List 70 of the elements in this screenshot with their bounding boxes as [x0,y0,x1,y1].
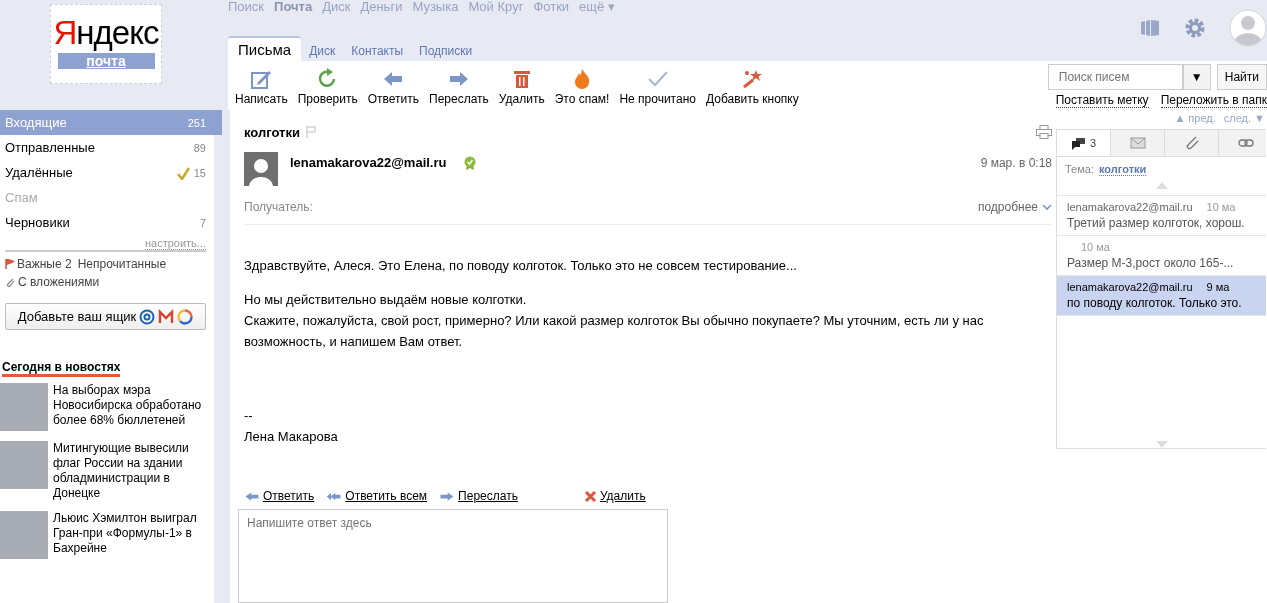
action-link[interactable]: Ответить [244,489,315,503]
search-button[interactable]: Найти [1216,64,1267,90]
recipient-label: Получатель: [244,200,313,214]
action-link[interactable]: Поставить метку [1055,93,1149,108]
photo-placeholder [0,441,48,489]
settings-icon [1183,16,1207,40]
label-link[interactable]: С вложениями [0,273,100,291]
label-link[interactable]: Непрочитанные [77,255,167,273]
add-mailbox-button[interactable]: Добавьте ваш ящик [5,303,206,330]
toolbar-button[interactable]: Проверить [292,68,363,106]
reply-field[interactable]: Напишите ответ здесь [238,509,668,603]
paperclip-icon [5,277,15,287]
tab[interactable]: Подписки [411,44,481,61]
folder-item[interactable]: Удалённые 15 [0,160,214,185]
folder-item[interactable]: Черновики 7 [0,210,214,235]
chevron-down-icon [1042,203,1052,211]
dropdown-button[interactable]: ▼ [1182,64,1211,90]
close-icon [583,489,597,503]
label-link[interactable]: Важные 2 [5,255,72,273]
body-text: Здравствуйте, Алеся. Это Елена, по поводу колготок. Только это не совсем тестирование... [244,257,798,275]
speech-bubbles-icon [1070,135,1087,151]
sender-address: lenamakarova22@mail.ru [290,155,447,170]
action-link[interactable]: Ответить всем [326,489,428,503]
search-field[interactable]: Поиск писем [1047,64,1183,90]
avatar-icon [244,152,278,186]
scroll-up-icon [1155,182,1168,189]
details-link[interactable]: подробнее [977,200,1052,214]
body-text: Лена Макарова [244,428,339,446]
toolbar-button[interactable]: Написать [230,68,293,106]
print-icon [1036,125,1052,139]
letter-m-icon [158,308,175,325]
body-text: Скажите, пожалуйста, свой рост, примерно? Или какой размер колготок Вы обычно покупаете? Мы уточним, есть ли у нас возможность, и напишем Вам ответ. [244,312,985,351]
photo-placeholder [0,511,48,559]
toolbar-button[interactable]: Добавить кнопку [700,68,804,106]
toolbar-button[interactable]: Переслать [424,68,494,106]
news-link[interactable]: На выборах мэра Новосибирска обработано более 68% бюллетеней [53,383,214,431]
thread-message[interactable]: lenamakarova22@mail.ru 10 ма Третий размер колготок, хорош. [1057,196,1266,236]
action-link[interactable]: Переслать [439,489,518,503]
tab[interactable]: Диск [301,44,344,61]
toolbar-button[interactable]: Ответить [362,68,424,106]
verified-badge-icon [464,156,477,170]
logo-wordmark: Яндекс [53,15,159,51]
flag-outline-icon [305,126,316,138]
tab[interactable]: Контакты [343,44,412,61]
ring-icon [177,308,194,325]
action-link[interactable]: Удалить [583,489,646,503]
thread-message[interactable]: lenamakarova22@mail.ru 9 ма по поводу колготок. Только это. [1057,276,1266,316]
toolbar-button[interactable]: Это спам! [549,68,615,106]
toolbar-button[interactable]: Удалить [493,68,550,106]
flag-icon [5,259,14,269]
topic-link[interactable]: колготки [1098,163,1147,176]
toolbar-button[interactable]: Не прочитано [614,68,701,106]
news-link[interactable]: Льюис Хэмилтон выиграл Гран-при «Формулы-1» в Бахрейне [53,511,214,559]
body-text: -- [244,407,254,425]
thread-tab[interactable]: 3 [1057,130,1111,156]
photo-placeholder [0,383,48,431]
tab[interactable]: Письма [228,36,302,61]
news-heading[interactable]: Сегодня в новостях [2,360,121,377]
envelope-icon [1129,135,1146,151]
pencil-square-icon [250,68,273,89]
avatar-icon [1229,6,1267,50]
message-subject: колготки [244,124,300,140]
book-icon [1139,18,1161,38]
message-date: 9 мар. в 0:18 [980,156,1052,170]
action-link[interactable]: Переложить в папк [1160,93,1267,108]
news-link[interactable]: Митингующие вывесили флаг России на здании обладминистрации в Донецке [53,441,214,501]
topic-label: Тема: [1065,163,1094,176]
magic-wand-icon [741,68,764,89]
folder-item[interactable]: Отправленные 89 [0,135,214,160]
body-text: Но мы действительно выдаём новые колготки. [244,291,528,309]
